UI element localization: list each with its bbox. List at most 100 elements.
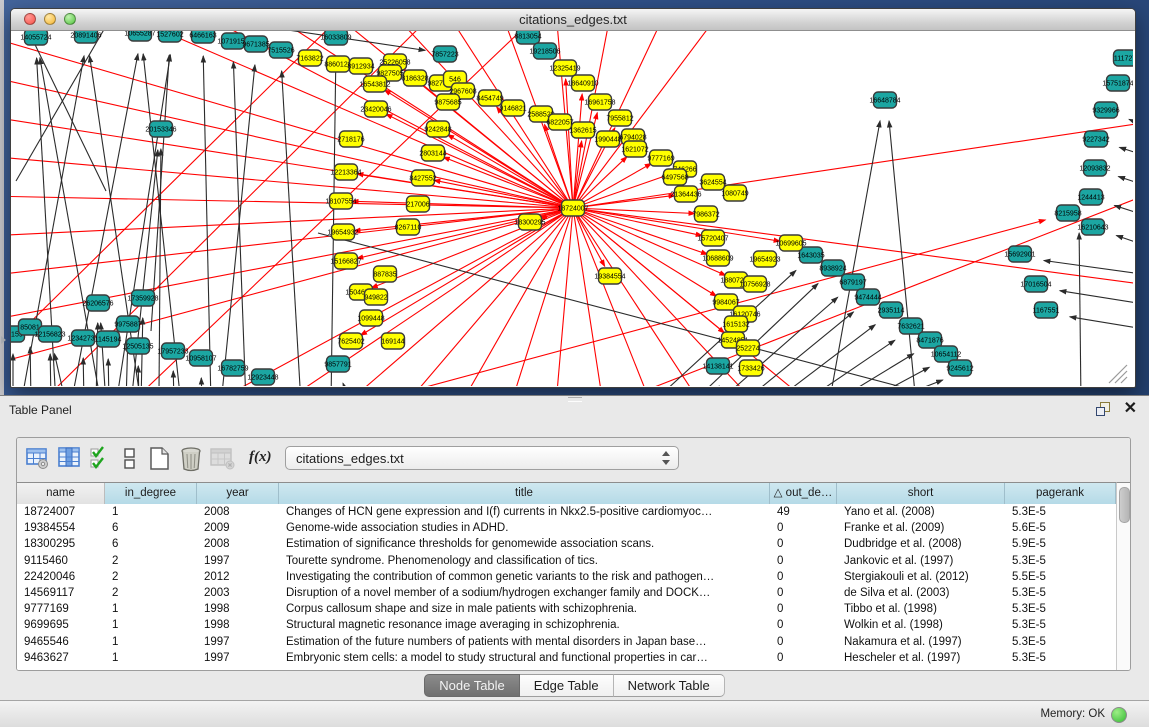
table-cell[interactable]: 1 (105, 634, 197, 650)
float-panel-icon[interactable] (1096, 402, 1110, 416)
table-cell[interactable]: Embryonic stem cells: a model to study s… (279, 650, 770, 666)
citation-edge-black[interactable] (50, 354, 51, 386)
table-cell[interactable]: Structural magnetic resonance image aver… (279, 617, 770, 633)
table-cell[interactable]: 0 (770, 569, 837, 585)
citation-edge-red[interactable] (211, 208, 573, 386)
graph-node[interactable]: 19384554 (594, 268, 625, 284)
table-cell[interactable]: 2012 (197, 569, 279, 585)
citation-edge-black[interactable] (801, 340, 895, 386)
create-table-icon[interactable] (148, 446, 172, 472)
graph-node[interactable]: 19654932 (327, 224, 358, 240)
table-cell[interactable]: 1998 (197, 601, 279, 617)
graph-node[interactable]: 15692901 (1004, 246, 1035, 262)
graph-node[interactable]: 16782759 (217, 360, 248, 376)
table-cell[interactable]: 1997 (197, 634, 279, 650)
citation-edge-red[interactable] (573, 208, 702, 236)
table-source-select[interactable]: citations_edges.txt (285, 446, 679, 470)
citation-edge-red[interactable] (573, 208, 651, 386)
table-row[interactable]: 911546021997Tourette syndrome. Phenomeno… (17, 553, 1116, 569)
tab-network-table[interactable]: Network Table (614, 674, 725, 697)
collapsed-panel-arrow-icon[interactable] (1, 336, 6, 344)
graph-node[interactable]: 1621072 (621, 141, 648, 157)
graph-node[interactable]: 17359928 (127, 290, 158, 306)
graph-node[interactable]: 9146821 (499, 100, 526, 116)
table-cell[interactable]: 0 (770, 553, 837, 569)
table-row[interactable]: 1456911722003Disruption of a novel membe… (17, 585, 1116, 601)
graph-node[interactable]: 8912934 (347, 58, 374, 74)
table-cell[interactable]: Franke et al. (2009) (837, 520, 1005, 536)
table-cell[interactable]: 2 (105, 553, 197, 569)
delete-table-icon[interactable] (210, 446, 236, 470)
function-builder-icon[interactable]: f(x) (249, 449, 272, 466)
table-cell[interactable]: 1997 (197, 650, 279, 666)
graph-node[interactable]: 1527602 (156, 31, 183, 42)
column-header-name[interactable]: name (17, 483, 105, 504)
graph-node[interactable]: 18724007 (557, 200, 588, 216)
graph-node[interactable]: 18300295 (514, 214, 545, 230)
table-cell[interactable]: 2008 (197, 536, 279, 552)
memory-status-indicator[interactable] (1111, 707, 1127, 723)
graph-node[interactable]: 2803144 (419, 145, 446, 161)
graph-node[interactable]: 21364436 (670, 186, 701, 202)
graph-node[interactable]: 18640910 (567, 75, 598, 91)
graph-node[interactable]: 252274 (736, 340, 759, 356)
graph-node[interactable]: 20153346 (145, 121, 176, 137)
graph-node[interactable]: 2718176 (337, 131, 364, 147)
graph-node[interactable]: 12213364 (330, 164, 361, 180)
graph-node[interactable]: 1167551 (1033, 302, 1060, 318)
table-row[interactable]: 1830029562008Estimation of significance … (17, 536, 1116, 552)
citation-edge-black[interactable] (30, 347, 31, 386)
citation-edge-red[interactable] (573, 208, 717, 296)
citation-edge-black[interactable] (1118, 176, 1133, 189)
graph-node[interactable]: 2935114 (878, 302, 905, 318)
citation-edge-red[interactable] (11, 31, 341, 361)
table-cell[interactable]: 6 (105, 536, 197, 552)
citation-edge-black[interactable] (829, 121, 880, 386)
graph-node[interactable]: 217006 (406, 196, 429, 212)
citation-edge-red[interactable] (461, 208, 573, 386)
citation-edge-black[interactable] (861, 367, 929, 386)
citation-edge-black[interactable] (108, 359, 109, 386)
table-cell[interactable]: 5.5E-5 (1005, 569, 1116, 585)
table-row[interactable]: 946554611997Estimation of the future num… (17, 634, 1116, 650)
graph-node[interactable]: 10688609 (702, 250, 733, 266)
table-cell[interactable]: 1 (105, 617, 197, 633)
table-cell[interactable]: 2009 (197, 520, 279, 536)
citation-edge-red[interactable] (573, 208, 708, 254)
citation-edge-black[interactable] (282, 71, 301, 386)
graph-node[interactable]: 8938924 (819, 260, 846, 276)
tab-edge-table[interactable]: Edge Table (520, 674, 614, 697)
table-row[interactable]: 977716911998Corpus callosum shape and si… (17, 601, 1116, 617)
graph-node[interactable]: 12093832 (1079, 160, 1110, 176)
table-cell[interactable]: 9115460 (17, 553, 105, 569)
table-cell[interactable]: 5.3E-5 (1005, 601, 1116, 617)
graph-node[interactable]: 7163822 (296, 50, 323, 66)
table-cell[interactable]: 1 (105, 504, 197, 520)
table-cell[interactable]: 2 (105, 569, 197, 585)
graph-node[interactable]: 8454749 (476, 90, 503, 106)
graph-node[interactable]: 111727 (1114, 50, 1134, 66)
table-cell[interactable]: 6 (105, 520, 197, 536)
table-cell[interactable]: Corpus callosum shape and size in male p… (279, 601, 770, 617)
citation-edge-black[interactable] (831, 354, 914, 386)
citation-edge-black[interactable] (138, 366, 139, 386)
graph-node[interactable]: 9857791 (324, 356, 351, 372)
table-cell[interactable]: Stergiakouli et al. (2012) (837, 569, 1005, 585)
citation-edge-black[interactable] (1070, 317, 1133, 331)
table-cell[interactable]: 2 (105, 585, 197, 601)
table-cell[interactable]: 9463627 (17, 650, 105, 666)
table-cell[interactable]: Yano et al. (2008) (837, 504, 1005, 520)
graph-node[interactable]: 7632621 (897, 318, 924, 334)
table-cell[interactable]: Dudbridge et al. (2008) (837, 536, 1005, 552)
table-cell[interactable]: 14569117 (17, 585, 105, 601)
tab-node-table[interactable]: Node Table (424, 674, 520, 697)
table-cell[interactable]: 1998 (197, 617, 279, 633)
table-cell[interactable]: 2008 (197, 504, 279, 520)
table-cell[interactable]: Nakamura et al. (1997) (837, 634, 1005, 650)
graph-node[interactable]: 1615132 (722, 316, 749, 332)
citation-edge-black[interactable] (83, 358, 84, 386)
citation-edge-red[interactable] (573, 31, 611, 208)
table-scrollbar[interactable] (1116, 482, 1130, 670)
citation-edge-black[interactable] (221, 65, 255, 386)
table-cell[interactable]: 0 (770, 585, 837, 601)
